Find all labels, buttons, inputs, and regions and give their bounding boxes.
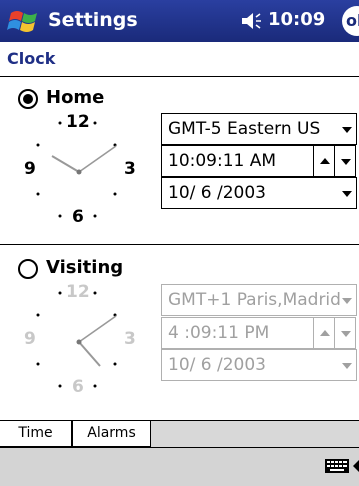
home-radio[interactable] [18,89,38,109]
up-arrow-icon [313,317,335,349]
visiting-date-select: 10/ 6 /2003 [161,349,357,381]
visiting-clock-face [36,291,117,388]
chevron-down-icon [342,363,352,369]
visiting-timezone-value: GMT+1 Paris,Madrid [168,290,341,310]
home-date-select[interactable]: 10/ 6 /2003 [161,177,357,209]
home-date-value: 10/ 6 /2003 [168,183,266,203]
chevron-down-icon [342,191,352,197]
visiting-time-stepper [313,317,357,349]
home-time-value: 10:09:11 AM [168,151,277,171]
home-clock-face [36,121,117,218]
app-title: Settings [48,9,138,31]
page-header: Clock [0,42,359,77]
home-time-stepper[interactable] [313,145,357,177]
down-arrow-icon [334,317,356,349]
visiting-time-field: 4 :09:11 PM [161,317,314,349]
title-bar: Settings 10:09 ok [0,0,359,42]
visiting-label[interactable]: Visiting [46,257,123,278]
keyboard-icon[interactable] [324,457,350,475]
tab-time[interactable]: Time [0,421,72,447]
visiting-radio[interactable] [18,259,38,279]
sip-up-arrow-icon[interactable] [353,457,359,475]
home-timezone-select[interactable]: GMT-5 Eastern US [161,113,357,145]
home-time-field[interactable]: 10:09:11 AM [161,145,314,177]
ok-button[interactable]: ok [342,6,359,36]
visiting-time-value: 4 :09:11 PM [168,323,270,343]
visiting-analog-clock: 12 3 6 9 [0,278,150,408]
section-divider [0,244,359,245]
chevron-down-icon [342,127,352,133]
tab-strip: Time Alarms [0,420,359,448]
command-bar [0,447,359,486]
up-arrow-icon[interactable] [313,145,335,177]
home-timezone-value: GMT-5 Eastern US [168,119,321,139]
status-time[interactable]: 10:09 [268,9,325,30]
page-title: Clock [7,49,56,68]
home-label[interactable]: Home [46,87,104,108]
down-arrow-icon[interactable] [334,145,356,177]
windows-start-icon[interactable] [7,5,41,37]
visiting-date-value: 10/ 6 /2003 [168,355,266,375]
home-analog-clock: 12 3 6 9 [0,108,150,238]
tab-alarms[interactable]: Alarms [72,421,151,447]
visiting-timezone-select: GMT+1 Paris,Madrid [161,284,357,316]
chevron-down-icon [342,298,352,304]
speaker-icon[interactable] [240,10,264,32]
